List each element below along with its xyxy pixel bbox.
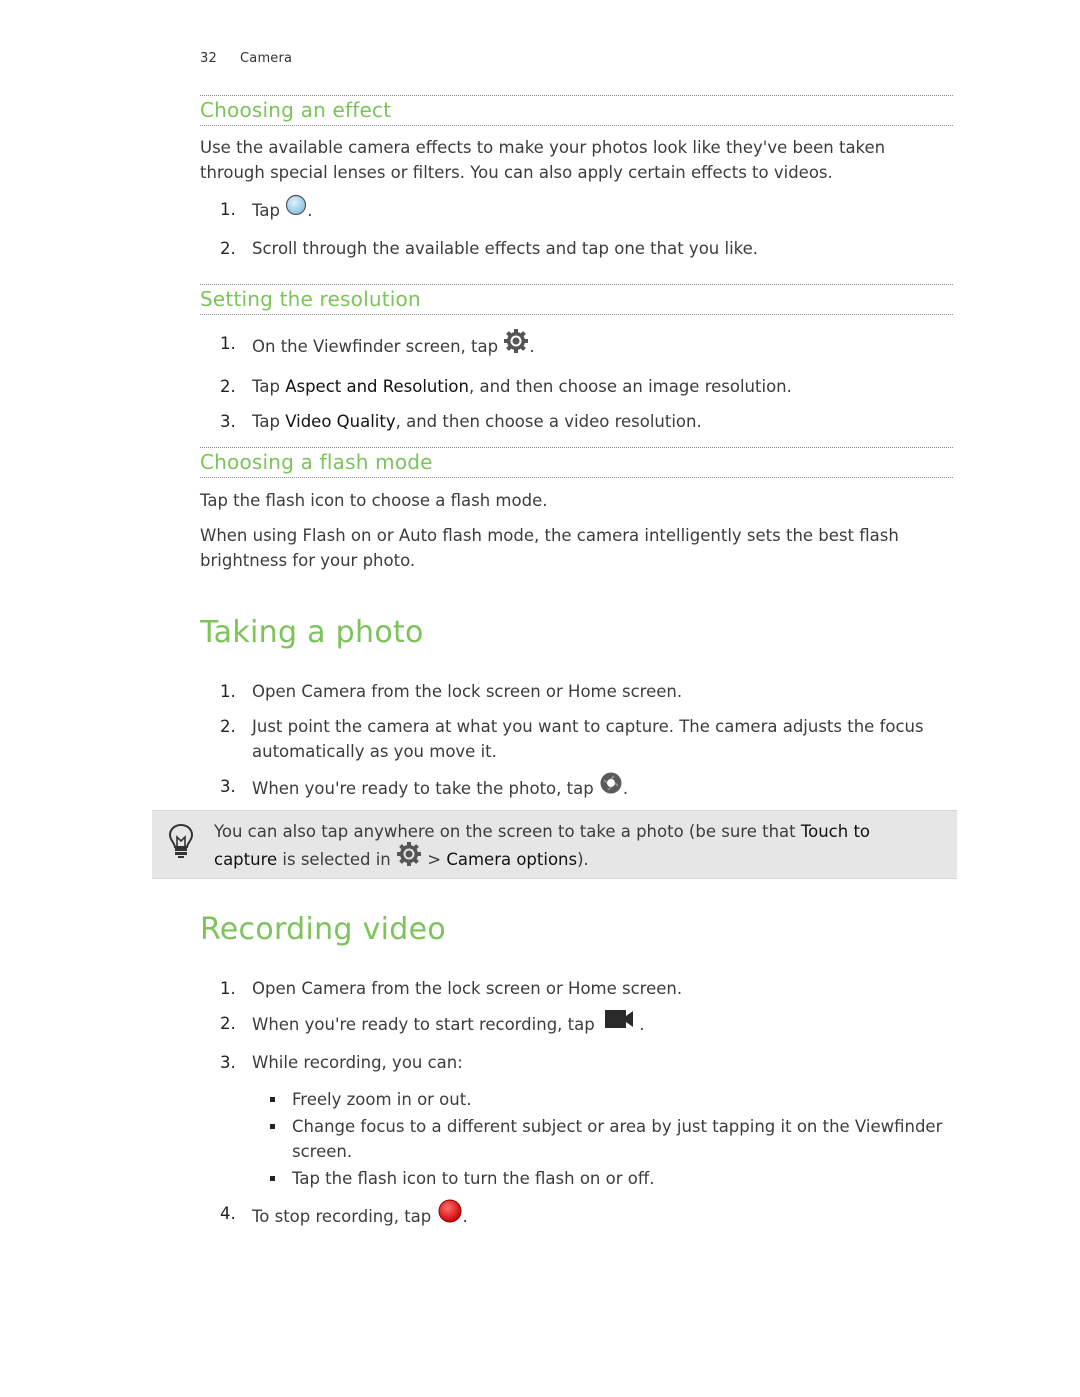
tip-text-part: You can also tap anywhere on the screen … xyxy=(214,822,801,841)
manual-page: 32 Camera Choosing an effect Use the avai… xyxy=(0,0,1080,1397)
section-choosing-effect: Choosing an effect Use the available cam… xyxy=(200,95,953,261)
step-text: , and then choose an image resolution. xyxy=(468,377,792,396)
tip-text: You can also tap anywhere on the screen … xyxy=(214,819,934,877)
list-item: 2. Scroll through the available effects a… xyxy=(200,236,953,261)
list-item: 3. While recording, you can: xyxy=(200,1050,953,1075)
list-item: 4. To stop recording, tap . xyxy=(200,1198,953,1234)
step-number: 2. xyxy=(220,717,236,736)
list-item: 3. Tap Video Quality, and then choose a v… xyxy=(200,409,953,434)
bullet-item: Freely zoom in or out. xyxy=(200,1087,953,1112)
step-text: When you're ready to take the photo, tap xyxy=(252,779,599,798)
step-text: To stop recording, tap xyxy=(252,1207,437,1226)
step-text: . xyxy=(307,201,313,220)
bullet-text: Tap the flash icon to turn the flash on … xyxy=(292,1169,655,1188)
chapter-heading-taking-photo: Taking a photo xyxy=(200,615,424,650)
chapter-name: Camera xyxy=(240,51,293,66)
section-flash-mode: Choosing a flash mode Tap the flash icon… xyxy=(200,447,953,573)
step-text: Tap xyxy=(252,412,286,431)
step-number: 1. xyxy=(220,979,236,998)
section-resolution: Setting the resolution 1. On the Viewfind… xyxy=(200,284,953,434)
step-text: , and then choose a video resolution. xyxy=(395,412,702,431)
chapter-heading-recording-video: Recording video xyxy=(200,912,447,947)
steps-list: 1. Open Camera from the lock screen or Ho… xyxy=(200,976,953,1075)
tip-text-part: ). xyxy=(577,850,589,869)
step-text: Open Camera from the lock screen or Home… xyxy=(252,979,683,998)
steps-list: 1. Tap . 2. Scroll through the available e… xyxy=(200,194,953,261)
section-recording-video: 1. Open Camera from the lock screen or Ho… xyxy=(200,976,953,1234)
ui-label-video-quality: Video Quality xyxy=(285,412,396,431)
page-number: 32 xyxy=(200,51,217,66)
paragraph: Tap the flash icon to choose a flash mod… xyxy=(200,491,548,510)
bullet-marker xyxy=(270,1176,275,1181)
list-item: 1. Open Camera from the lock screen or Ho… xyxy=(200,976,953,1001)
bullet-text: Freely zoom in or out. xyxy=(292,1090,472,1109)
step-number: 1. xyxy=(220,200,236,219)
step-text: Open Camera from the lock screen or Home… xyxy=(252,682,683,701)
lightbulb-icon xyxy=(168,823,194,863)
ui-label-camera-options: Camera options xyxy=(446,850,578,869)
step-number: 3. xyxy=(220,777,236,796)
step-text: Tap xyxy=(252,201,286,220)
settings-gear-icon xyxy=(503,328,529,361)
step-text: Just point the camera at what you want t… xyxy=(252,717,924,761)
bullet-marker xyxy=(270,1097,275,1102)
list-item: 1. On the Viewfinder screen, tap . xyxy=(200,328,953,364)
steps-list: 1. On the Viewfinder screen, tap . 2. Tap … xyxy=(200,328,953,434)
list-item: 2. Just point the camera at what you want… xyxy=(200,714,953,764)
bullet-item: Change focus to a different subject or a… xyxy=(200,1114,953,1164)
step-number: 2. xyxy=(220,239,236,258)
stop-record-icon xyxy=(437,1198,463,1231)
step-text: . xyxy=(622,779,629,798)
step-text: . xyxy=(462,1207,468,1226)
section-heading: Choosing an effect xyxy=(200,95,953,126)
list-item: 2. When you're ready to start recording, … xyxy=(200,1008,953,1040)
step-number: 2. xyxy=(220,377,236,396)
section-intro: Use the available camera effects to make… xyxy=(200,138,886,182)
list-item: 1. Tap . xyxy=(200,194,953,226)
tip-text-part: is selected in xyxy=(277,850,397,869)
steps-list: 4. To stop recording, tap . xyxy=(200,1198,953,1234)
step-text: . xyxy=(639,1015,645,1034)
shutter-icon xyxy=(599,771,623,802)
list-item: 1. Open Camera from the lock screen or Ho… xyxy=(200,679,953,704)
step-number: 3. xyxy=(220,412,236,431)
paragraph: When using Flash on or Auto flash mode, … xyxy=(200,526,899,570)
bullet-item: Tap the flash icon to turn the flash on … xyxy=(200,1166,953,1191)
running-head: 32 Camera xyxy=(200,51,292,66)
step-number: 1. xyxy=(220,682,236,701)
step-text: While recording, you can: xyxy=(252,1053,463,1072)
list-item: 3. When you're ready to take the photo, t… xyxy=(200,771,953,805)
step-number: 3. xyxy=(220,1053,236,1072)
bullet-list: Freely zoom in or out. Change focus to a… xyxy=(200,1087,953,1191)
bullet-marker xyxy=(270,1124,275,1129)
section-taking-photo: 1. Open Camera from the lock screen or Ho… xyxy=(200,679,953,805)
list-item: 2. Tap Aspect and Resolution, and then ch… xyxy=(200,374,953,399)
section-heading: Choosing a flash mode xyxy=(200,447,953,478)
step-number: 4. xyxy=(220,1204,236,1223)
tip-box: You can also tap anywhere on the screen … xyxy=(152,810,957,879)
video-camera-icon xyxy=(604,1008,634,1037)
step-text: On the Viewfinder screen, tap xyxy=(252,337,504,356)
bullet-text: Change focus to a different subject or a… xyxy=(292,1117,943,1161)
step-number: 2. xyxy=(220,1014,236,1033)
steps-list: 1. Open Camera from the lock screen or Ho… xyxy=(200,679,953,805)
step-text: . xyxy=(529,337,535,356)
settings-gear-icon xyxy=(396,841,422,874)
tip-text-part: > xyxy=(422,850,447,869)
step-number: 1. xyxy=(220,334,236,353)
step-text: When you're ready to start recording, ta… xyxy=(252,1015,600,1034)
section-heading: Setting the resolution xyxy=(200,284,953,315)
step-text: Scroll through the available effects and… xyxy=(252,239,759,258)
step-text: Tap xyxy=(252,377,286,396)
effects-icon xyxy=(285,194,307,223)
ui-label-aspect-resolution: Aspect and Resolution xyxy=(285,377,469,396)
